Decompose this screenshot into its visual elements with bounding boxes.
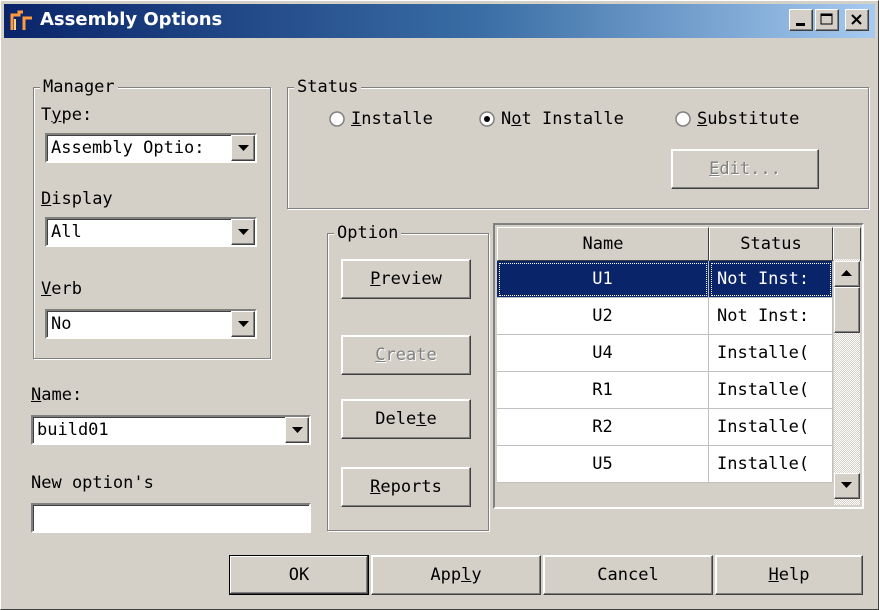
minimize-button[interactable] xyxy=(789,9,813,31)
reports-button[interactable]: Reports xyxy=(341,467,471,507)
edit-button[interactable]: Edit... xyxy=(671,149,819,189)
arrow-down-icon xyxy=(841,482,852,488)
not-installed-radio[interactable]: Not Installe xyxy=(479,109,659,133)
help-button[interactable]: Help xyxy=(715,555,863,595)
type-select-value: Assembly Optio: xyxy=(51,138,205,158)
table-cell-name[interactable]: U4 xyxy=(497,335,709,372)
not-installed-radio-label: Not Installe xyxy=(501,109,624,129)
cancel-button[interactable]: Cancel xyxy=(543,555,713,595)
table-cell-status[interactable]: Installe( xyxy=(709,446,833,483)
preview-button[interactable]: Preview xyxy=(341,259,471,299)
title-bar[interactable]: Assembly Options xyxy=(4,4,875,38)
name-label: Name: xyxy=(31,385,83,405)
option-legend: Option xyxy=(334,223,402,243)
display-select-value: All xyxy=(51,222,82,242)
create-button[interactable]: Create xyxy=(341,335,471,375)
radio-unselected-icon xyxy=(675,111,691,127)
close-icon xyxy=(851,14,862,25)
status-legend: Status xyxy=(294,77,362,97)
radio-unselected-icon xyxy=(329,111,345,127)
table-cell-status[interactable]: Installe( xyxy=(709,409,833,446)
installed-radio[interactable]: Installe xyxy=(329,109,469,133)
close-button[interactable] xyxy=(845,9,869,31)
scroll-down-button[interactable] xyxy=(834,473,860,499)
app-icon xyxy=(10,10,32,30)
scroll-up-button[interactable] xyxy=(834,261,860,287)
new-option-input[interactable] xyxy=(31,503,311,533)
delete-button[interactable]: Delete xyxy=(341,399,471,439)
scroll-thumb[interactable] xyxy=(834,287,860,333)
substitute-radio[interactable]: Substitute xyxy=(675,109,835,133)
verb-dropdown-button[interactable] xyxy=(231,311,255,337)
vertical-scrollbar[interactable] xyxy=(834,259,860,505)
assembly-options-dialog: Assembly Options Manager Type: Assembly … xyxy=(0,0,879,610)
verb-select-value: No xyxy=(51,314,72,334)
substitute-radio-label: Substitute xyxy=(697,109,800,129)
arrow-up-icon xyxy=(841,270,852,276)
name-select[interactable]: build01 xyxy=(31,415,311,445)
maximize-icon xyxy=(820,13,833,25)
table-cell-name[interactable]: U5 xyxy=(497,446,709,483)
table-cell-status[interactable]: Installe( xyxy=(709,335,833,372)
chevron-down-icon xyxy=(238,229,249,235)
radio-selected-icon xyxy=(479,111,495,127)
ok-button[interactable]: OK xyxy=(229,555,369,595)
table-cell-status[interactable]: Not Inst: xyxy=(709,261,833,298)
window-title: Assembly Options xyxy=(40,9,223,30)
column-header-blank xyxy=(833,227,861,261)
table-cell-name[interactable]: R1 xyxy=(497,372,709,409)
table-cell-status[interactable]: Installe( xyxy=(709,372,833,409)
verb-label: Verb xyxy=(41,279,82,299)
table-cell-name[interactable]: U1 xyxy=(497,261,709,298)
chevron-down-icon xyxy=(238,145,249,151)
minimize-icon xyxy=(796,23,805,26)
table-cell-name[interactable]: R2 xyxy=(497,409,709,446)
table-cell-status[interactable]: Not Inst: xyxy=(709,298,833,335)
display-label: Display xyxy=(41,189,113,209)
display-select[interactable]: All xyxy=(45,217,257,247)
maximize-button[interactable] xyxy=(815,9,839,31)
status-group: Status xyxy=(287,77,869,209)
chevron-down-icon xyxy=(238,321,249,327)
type-label: Type: xyxy=(41,105,93,125)
column-header-status[interactable]: Status xyxy=(709,227,833,261)
chevron-down-icon xyxy=(292,427,303,433)
table-cell-name[interactable]: U2 xyxy=(497,298,709,335)
new-option-label: New option's xyxy=(31,473,154,493)
column-header-name[interactable]: Name xyxy=(497,227,709,261)
name-dropdown-button[interactable] xyxy=(285,417,309,443)
verb-select[interactable]: No xyxy=(45,309,257,339)
display-dropdown-button[interactable] xyxy=(231,219,255,245)
type-select[interactable]: Assembly Optio: xyxy=(45,133,257,163)
apply-button[interactable]: Apply xyxy=(371,555,541,595)
name-select-value: build01 xyxy=(37,420,109,440)
installed-radio-label: Installe xyxy=(351,109,433,129)
manager-legend: Manager xyxy=(40,77,118,97)
type-dropdown-button[interactable] xyxy=(231,135,255,161)
